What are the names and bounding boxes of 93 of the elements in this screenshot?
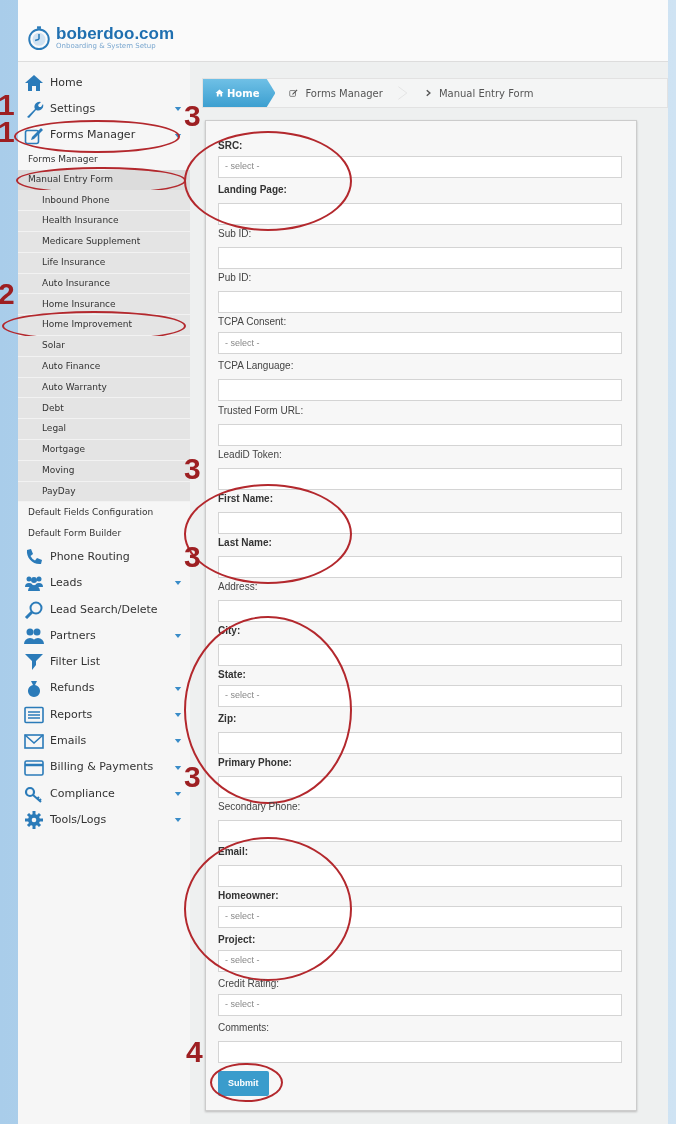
field-label: Address:: [218, 579, 259, 594]
input-field[interactable]: [218, 423, 622, 446]
input-field[interactable]: [218, 776, 622, 799]
input-field[interactable]: [218, 732, 622, 755]
input-field[interactable]: [218, 599, 622, 622]
field-label: Last Name:: [218, 535, 273, 550]
sidebar-item[interactable]: Filter List: [18, 649, 190, 676]
step-number: 4: [186, 1036, 203, 1067]
sidebar-item[interactable]: Leads: [18, 570, 190, 597]
field-label: State:: [218, 668, 247, 683]
field-label: TCPA Consent:: [218, 315, 288, 330]
select-field[interactable]: - select -: [218, 332, 622, 355]
input-field[interactable]: [218, 864, 622, 887]
gear-icon: [24, 811, 44, 830]
house-icon: [215, 89, 224, 97]
sidebar-subitem[interactable]: Life Insurance: [18, 252, 190, 274]
breadcrumb-link[interactable]: Forms Manager: [275, 85, 397, 101]
field-label: Trusted Form URL:: [218, 403, 305, 418]
input-field[interactable]: [218, 467, 622, 490]
sidebar-item[interactable]: Partners: [18, 622, 190, 650]
sidebar-subitem[interactable]: Legal: [18, 419, 190, 441]
credit-card-icon: [24, 758, 44, 777]
select-field[interactable]: - select -: [218, 685, 622, 708]
input-field[interactable]: [218, 203, 622, 226]
field-label: SRC:: [218, 139, 244, 153]
caret-icon: [174, 789, 182, 798]
field-label: First Name:: [218, 491, 274, 506]
chevron-icon: [424, 89, 432, 97]
sidebar-item[interactable]: Home: [18, 70, 190, 97]
select-field[interactable]: - select -: [218, 949, 622, 972]
field-label: Primary Phone:: [218, 756, 293, 771]
field-label: Landing Page:: [218, 183, 288, 198]
field-label: Zip:: [218, 712, 238, 727]
sidebar-item[interactable]: Refunds: [18, 675, 190, 702]
step-number: 3: [184, 101, 201, 131]
sidebar-item[interactable]: Tools/Logs: [18, 807, 190, 834]
input-field[interactable]: [218, 555, 622, 578]
funnel-icon: [24, 653, 44, 672]
input-field[interactable]: [218, 644, 622, 667]
input-field[interactable]: [218, 291, 622, 314]
step-number: 3: [184, 762, 201, 793]
people-icon: [24, 627, 44, 646]
field-label: Email:: [218, 844, 249, 859]
pencil-icon: [289, 89, 299, 97]
select-field[interactable]: - select -: [218, 156, 622, 178]
sidebar-subitem[interactable]: Solar: [18, 336, 190, 357]
field-label: Comments:: [218, 1020, 271, 1035]
sidebar-item[interactable]: Emails: [18, 728, 190, 755]
envelope-icon: [24, 732, 44, 751]
people-icon: [24, 574, 44, 593]
sidebar-subitem[interactable]: Home Insurance: [18, 294, 190, 316]
sidebar-subitem[interactable]: Manual Entry Form: [18, 169, 190, 191]
caret-icon: [174, 684, 182, 693]
field-label: LeadiD Token:: [218, 447, 283, 462]
caret-icon: [174, 763, 182, 772]
key-icon: [24, 784, 44, 803]
logo-text: boberdoo.com: [56, 24, 175, 42]
field-label: Homeowner:: [218, 888, 280, 903]
sidebar-subitem[interactable]: Forms Manager: [18, 148, 190, 170]
sidebar-item[interactable]: Reports: [18, 701, 190, 729]
select-field[interactable]: - select -: [218, 905, 622, 928]
input-field[interactable]: [218, 820, 622, 843]
select-field[interactable]: - select -: [218, 993, 622, 1016]
field-label: Secondary Phone:: [218, 800, 302, 815]
caret-icon: [174, 710, 182, 719]
field-label: Credit Rating:: [218, 976, 281, 991]
list-icon: [24, 705, 44, 724]
phone-icon: [24, 548, 44, 567]
input-field[interactable]: [218, 379, 622, 402]
sidebar-subitem[interactable]: Debt: [18, 398, 190, 420]
field-label: TCPA Language:: [218, 359, 295, 374]
sidebar-subitem[interactable]: Default Form Builder: [18, 523, 190, 545]
sidebar-subitem[interactable]: Inbound Phone: [18, 190, 190, 212]
input-field[interactable]: [218, 247, 622, 270]
sidebar-subitem[interactable]: Home Improvement: [18, 315, 190, 337]
sidebar-subitem[interactable]: Default Fields Configuration: [18, 502, 190, 524]
stopwatch-icon: [26, 24, 52, 51]
input-field[interactable]: [218, 1040, 622, 1063]
sidebar-subitem[interactable]: Medicare Supplement: [18, 232, 190, 253]
pencil-icon: [24, 126, 44, 145]
field-label: Project:: [218, 932, 257, 947]
sidebar-subitem[interactable]: Auto Finance: [18, 356, 190, 378]
sidebar-subitem[interactable]: Auto Warranty: [18, 377, 190, 399]
breadcrumb-link[interactable]: Manual Entry Form: [410, 85, 548, 101]
sidebar-item[interactable]: Lead Search/Delete: [18, 596, 190, 623]
input-field[interactable]: [218, 511, 622, 534]
search-icon: [24, 600, 44, 619]
sidebar-subitem[interactable]: Auto Insurance: [18, 273, 190, 295]
sidebar-subitem[interactable]: PayDay: [18, 481, 190, 503]
sidebar-subitem[interactable]: Health Insurance: [18, 211, 190, 233]
field-label: Sub ID:: [218, 227, 253, 242]
house-icon: [24, 74, 44, 93]
field-label: Pub ID:: [218, 271, 253, 286]
